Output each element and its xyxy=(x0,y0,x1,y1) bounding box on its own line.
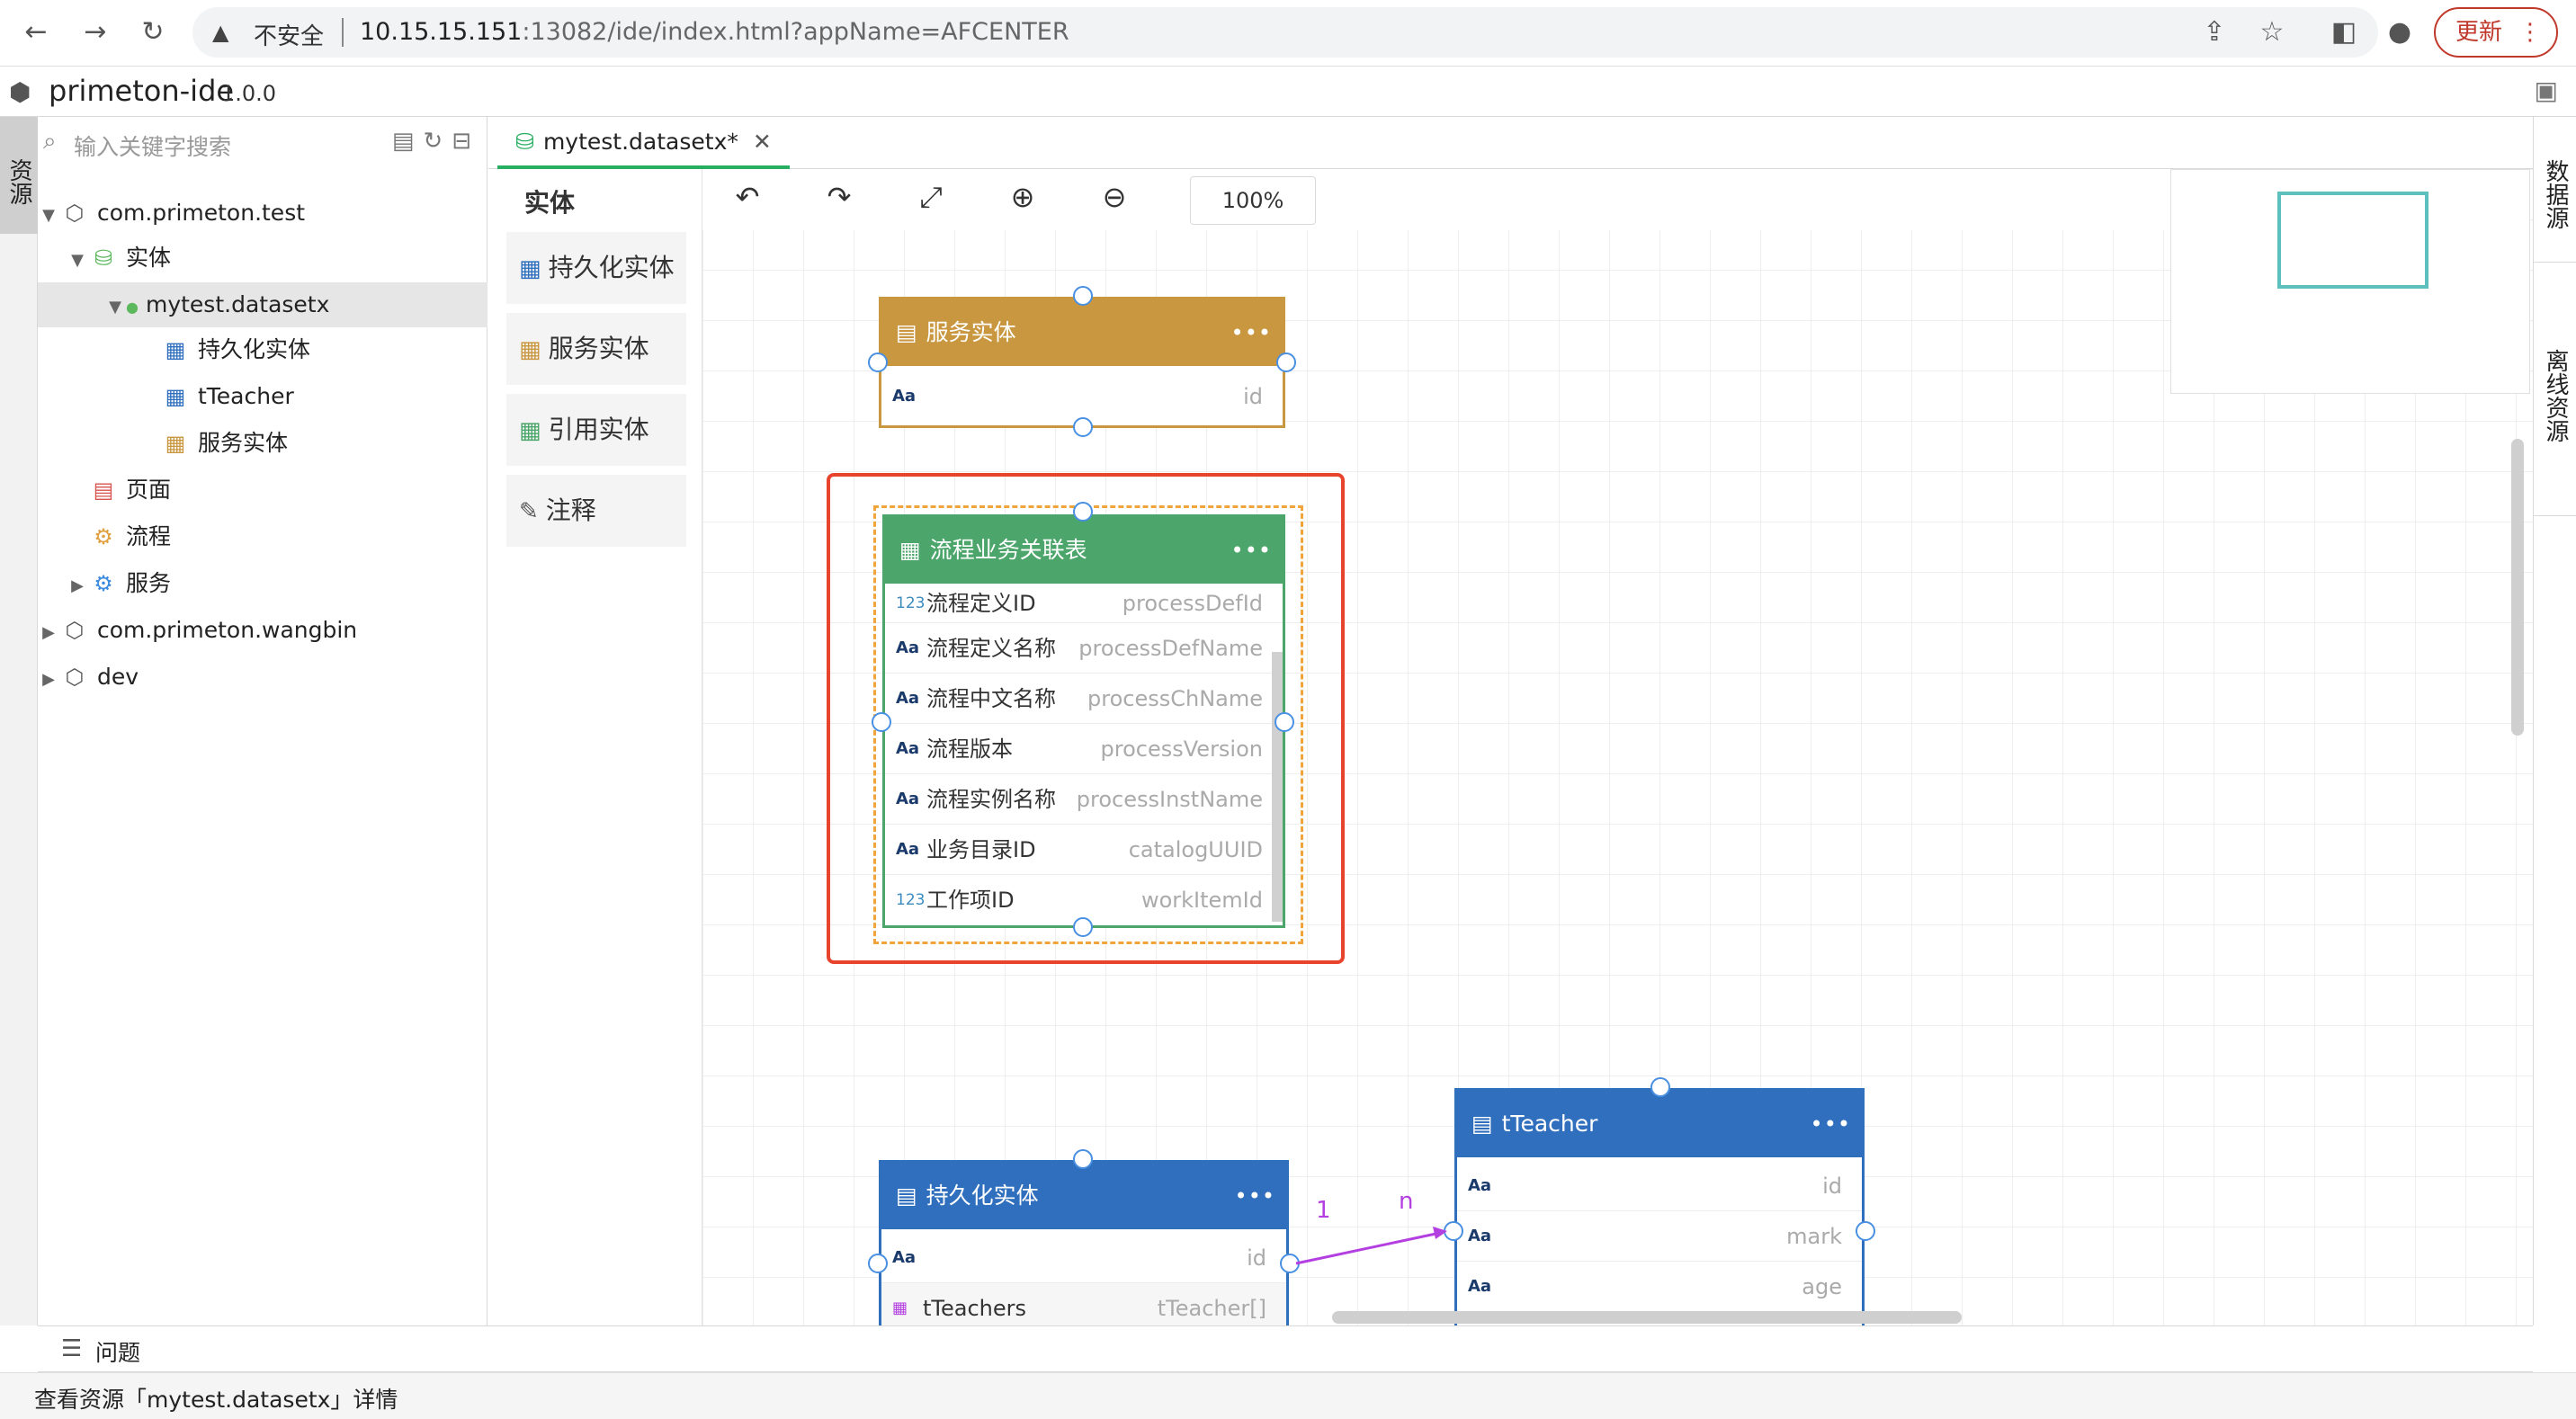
entity-palette: 实体 ▦ 持久化实体 ▦ 服务实体 ▦ 引用实体 ✎ 注释 xyxy=(488,169,702,1325)
browser-toolbar: ← → ↻ ▲ 不安全 10.15.15.151:13082/ide/index… xyxy=(0,0,2576,67)
side-panel-icon[interactable]: ◧ xyxy=(2326,16,2362,48)
tree-node-entities[interactable]: ▼ ⛁ 实体 xyxy=(38,236,487,281)
tree-node-pages[interactable]: ▤ 页面 xyxy=(38,468,487,513)
expand-arrow-icon[interactable]: ▼ xyxy=(104,285,126,330)
app-header: ⬢ primeton-ide 1.0.0 ▣ xyxy=(0,67,2576,117)
close-icon[interactable]: ✕ xyxy=(753,129,772,155)
datasource-tab[interactable]: 数据源 xyxy=(2534,117,2576,263)
offline-resources-tab[interactable]: 离线资源 xyxy=(2534,263,2576,516)
service-table-icon: ▦ xyxy=(519,336,541,363)
url-separator xyxy=(342,18,344,47)
table-icon: ▦ xyxy=(165,384,186,409)
package-icon: ⬡ xyxy=(65,618,85,643)
right-side-strip: 数据源 离线资源 xyxy=(2533,117,2576,1325)
tree-node-dataset[interactable]: ▼ ● mytest.datasetx xyxy=(38,282,487,327)
database-icon: ⛁ xyxy=(94,245,113,271)
palette-item-persistent-entity[interactable]: ▦ 持久化实体 xyxy=(506,232,686,304)
app-version: 1.0.0 xyxy=(221,81,277,106)
editor-area: ⛁ mytest.datasetx* ✕ 实体 ▦ 持久化实体 ▦ 服务实体 ▦ 引用实体… xyxy=(488,117,2533,1325)
relation-to-label: n xyxy=(1399,1188,1413,1215)
relation-from-label: 1 xyxy=(1316,1197,1331,1224)
database-icon: ⛁ xyxy=(515,129,534,155)
list-icon: ☰ xyxy=(61,1335,83,1362)
tab-mytest-datasetx[interactable]: ⛁ mytest.datasetx* ✕ xyxy=(497,117,790,169)
palette-item-service-entity[interactable]: ▦ 服务实体 xyxy=(506,313,686,385)
tree-node-package-wangbin[interactable]: ▶ ⬡ com.primeton.wangbin xyxy=(38,608,487,653)
app-logo-icon: ⬢ xyxy=(9,77,31,107)
refresh-icon[interactable]: ↻ xyxy=(423,128,452,155)
table-icon: ▦ xyxy=(165,337,186,362)
problems-label: 问题 xyxy=(95,1340,141,1366)
forward-icon[interactable]: → xyxy=(79,16,112,49)
address-bar[interactable]: ▲ 不安全 10.15.15.151:13082/ide/index.html?… xyxy=(192,7,2378,58)
search-input[interactable]: 输入关键字搜索 xyxy=(74,129,231,162)
expand-arrow-icon[interactable]: ▶ xyxy=(38,611,59,656)
package-icon: ⬡ xyxy=(65,665,85,690)
reference-table-icon: ▦ xyxy=(519,417,541,444)
vertical-scrollbar[interactable] xyxy=(2511,439,2524,736)
resources-tab[interactable]: 资源 xyxy=(0,117,38,234)
horizontal-scrollbar[interactable] xyxy=(1332,1311,1962,1324)
palette-title: 实体 xyxy=(524,188,576,218)
status-text: 查看资源「mytest.datasetx」详情 xyxy=(34,1387,398,1413)
diagram-canvas[interactable]: ↶ ↷ ⤢ ⊕ ⊖ 100% ▤ 服务实体 ••• Aa id ▦ 流程业务关联表 •••… xyxy=(702,169,2533,1325)
palette-item-reference-entity[interactable]: ▦ 引用实体 xyxy=(506,394,686,466)
share-icon[interactable]: ⇪ xyxy=(2196,16,2232,48)
tree-node-service-entity[interactable]: ▦ 服务实体 xyxy=(38,421,487,466)
app-name: primeton-ide xyxy=(49,74,235,108)
menu-dots-icon[interactable]: ⋮ xyxy=(2518,9,2542,56)
resource-tree-panel: ⌕ 输入关键字搜索 ▤↻⊟ ▼ ⬡ com.primeton.test ▼ ⛁ 实体… xyxy=(38,117,487,1325)
problems-panel[interactable]: ☰ 问题 xyxy=(38,1325,2533,1372)
expand-arrow-icon[interactable]: ▶ xyxy=(38,657,59,702)
profile-avatar-icon[interactable]: ● xyxy=(2382,16,2418,48)
url-text[interactable]: 10.15.15.151:13082/ide/index.html?appNam… xyxy=(360,18,1069,46)
tree-node-package[interactable]: ▼ ⬡ com.primeton.test xyxy=(38,191,487,236)
tree-node-tteacher[interactable]: ▦ tTeacher xyxy=(38,374,487,419)
tree-node-flow[interactable]: ⚙ 流程 xyxy=(38,514,487,559)
service-table-icon: ▦ xyxy=(165,431,186,456)
expand-arrow-icon[interactable]: ▼ xyxy=(38,193,59,238)
expand-arrow-icon[interactable]: ▶ xyxy=(67,564,88,609)
page-icon: ▤ xyxy=(93,477,114,503)
status-bar: 查看资源「mytest.datasetx」详情 xyxy=(0,1372,2576,1419)
save-icon[interactable]: ▣ xyxy=(2535,76,2558,105)
update-button[interactable]: 更新 ⋮ xyxy=(2434,7,2558,58)
left-side-strip: 资源 xyxy=(0,117,38,1325)
expand-arrow-icon[interactable]: ▼ xyxy=(67,238,88,283)
flow-icon: ⚙ xyxy=(94,524,113,549)
note-icon: ✎ xyxy=(519,498,539,525)
back-icon[interactable]: ← xyxy=(20,16,52,49)
collapse-all-icon[interactable]: ⊟ xyxy=(452,128,480,155)
insecure-label: 不安全 xyxy=(254,23,325,50)
tree-search[interactable]: ⌕ 输入关键字搜索 ▤↻⊟ xyxy=(38,117,487,169)
tree-node-services[interactable]: ▶ ⚙ 服务 xyxy=(38,561,487,606)
tree-node-persistent-entity[interactable]: ▦ 持久化实体 xyxy=(38,327,487,372)
palette-item-comment[interactable]: ✎ 注释 xyxy=(506,475,686,547)
new-folder-icon[interactable]: ▤ xyxy=(392,128,424,155)
dot-icon: ● xyxy=(126,299,139,316)
search-icon: ⌕ xyxy=(43,128,57,155)
package-icon: ⬡ xyxy=(65,201,85,226)
warning-icon: ▲ xyxy=(212,20,229,45)
table-icon: ▦ xyxy=(519,255,541,282)
relation-line[interactable]: 1 n xyxy=(702,169,2533,1325)
bookmark-star-icon[interactable]: ☆ xyxy=(2254,16,2290,48)
gear-icon: ⚙ xyxy=(94,571,113,596)
tree-node-dev[interactable]: ▶ ⬡ dev xyxy=(38,655,487,700)
editor-tab-bar: ⛁ mytest.datasetx* ✕ xyxy=(488,117,2533,169)
reload-icon[interactable]: ↻ xyxy=(137,16,169,49)
